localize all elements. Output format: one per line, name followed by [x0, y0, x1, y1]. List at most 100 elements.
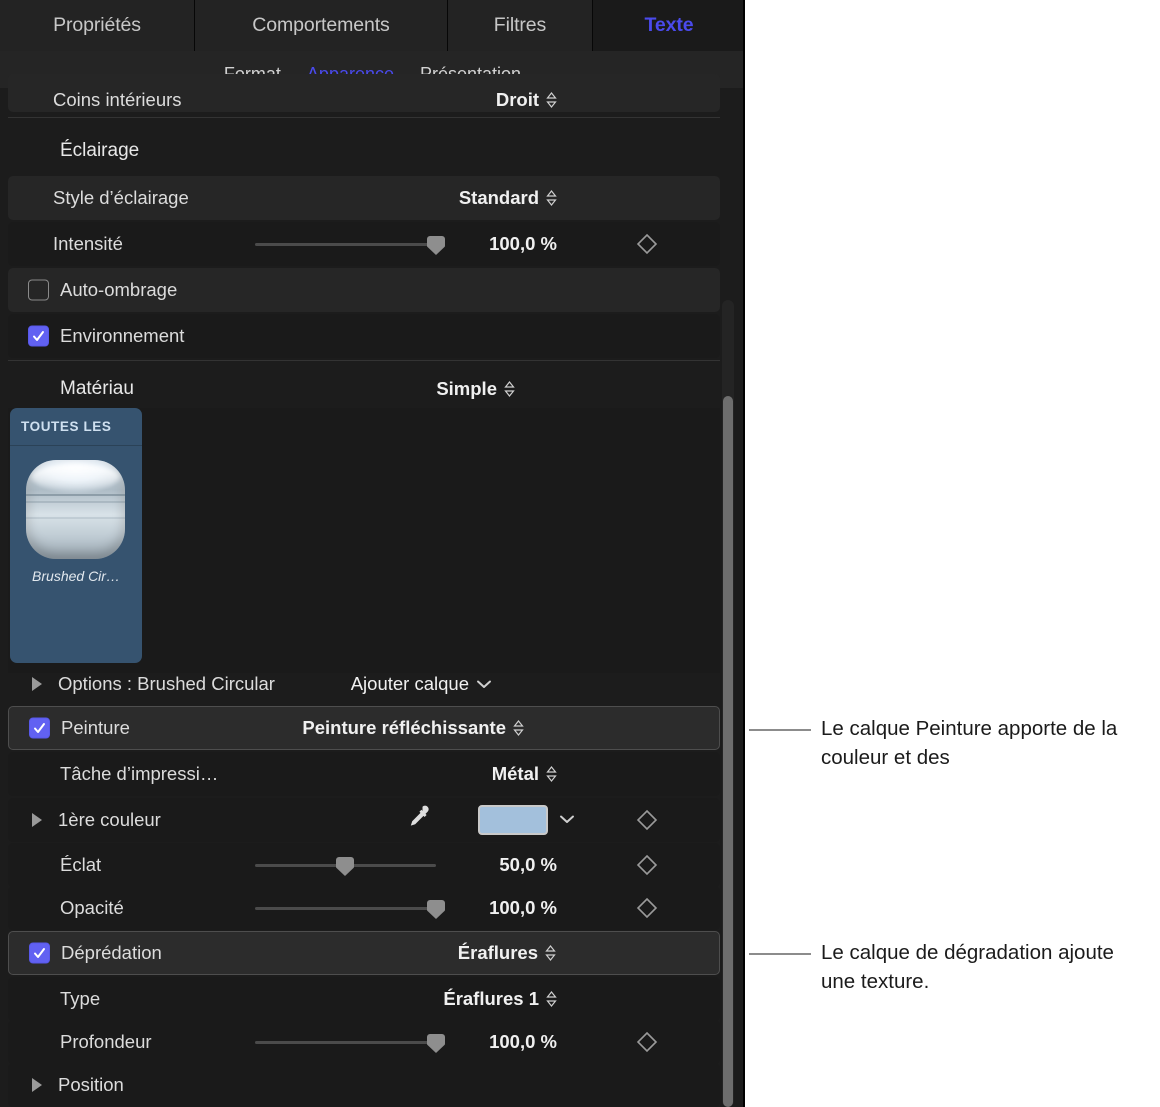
row-position[interactable]: Position [8, 1063, 720, 1107]
auto-ombrage-label: Auto-ombrage [60, 279, 178, 300]
thumbnail-highlight [31, 463, 120, 490]
coins-interieurs-popup[interactable]: Droit [496, 89, 557, 111]
row-opacite[interactable]: Opacité 100,0 % [8, 886, 720, 930]
intensite-label: Intensité [53, 233, 123, 254]
slider-track [255, 1041, 436, 1044]
chevron-down-icon[interactable] [559, 811, 575, 829]
tab-comportements[interactable]: Comportements [195, 0, 448, 51]
row-environnement[interactable]: Environnement [8, 314, 720, 358]
materiau-label: Matériau [60, 378, 134, 399]
position-label: Position [58, 1074, 124, 1095]
stepper-icon [546, 766, 557, 782]
depredation-label: Déprédation [61, 942, 162, 963]
eclat-value[interactable]: 50,0 % [499, 854, 557, 876]
coins-interieurs-label: Coins intérieurs [53, 89, 182, 110]
row-premiere-couleur[interactable]: 1ère couleur [8, 798, 720, 842]
row-coins-interieurs[interactable]: Coins intérieurs Droit [8, 74, 720, 112]
intensite-slider[interactable] [255, 234, 445, 255]
color-swatch[interactable] [478, 805, 548, 835]
type-popup[interactable]: Éraflures 1 [443, 988, 557, 1010]
style-eclairage-popup[interactable]: Standard [459, 187, 557, 209]
profondeur-value[interactable]: 100,0 % [489, 1031, 557, 1053]
material-category-label: TOUTES LES [10, 408, 142, 446]
keyframe-icon[interactable] [636, 1031, 658, 1053]
slider-thumb[interactable] [427, 236, 445, 255]
row-options[interactable]: Options : Brushed Circular Ajouter calqu… [8, 663, 720, 705]
peinture-value: Peinture réfléchissante [302, 717, 506, 738]
tache-impression-value: Métal [491, 763, 539, 784]
stepper-icon [546, 92, 557, 108]
thumbnail-streak [26, 500, 125, 503]
inspector-content: Coins intérieurs Droit Éclairage Style d… [0, 74, 745, 1107]
type-label: Type [60, 988, 101, 1009]
thumbnail-streak [26, 517, 125, 520]
disclosure-triangle-icon[interactable] [32, 1078, 42, 1092]
auto-ombrage-checkbox[interactable] [28, 279, 49, 301]
tache-impression-label: Tâche d’impressi… [60, 763, 219, 784]
chevron-down-icon [476, 679, 492, 689]
slider-thumb[interactable] [427, 1034, 445, 1053]
peinture-label: Peinture [61, 717, 130, 738]
materiau-popup[interactable]: Simple [436, 378, 515, 400]
row-tache-impression[interactable]: Tâche d’impressi… Métal [8, 752, 720, 796]
callout-leader-line [749, 953, 811, 955]
keyframe-icon[interactable] [636, 809, 658, 831]
depredation-checkbox[interactable] [29, 942, 50, 964]
inspector-panel: Propriétés Comportements Filtres Texte F… [0, 0, 745, 1107]
stepper-icon [545, 945, 556, 961]
tab-proprietes[interactable]: Propriétés [0, 0, 195, 51]
slider-track [255, 243, 436, 246]
peinture-popup[interactable]: Peinture réfléchissante [302, 717, 524, 739]
scrollbar-thumb[interactable] [723, 396, 733, 1107]
style-eclairage-value: Standard [458, 187, 539, 208]
premiere-couleur-label: 1ère couleur [58, 809, 161, 830]
tab-texte[interactable]: Texte [593, 0, 745, 51]
material-thumbnail[interactable] [26, 460, 125, 559]
row-peinture[interactable]: Peinture Peinture réfléchissante [8, 706, 720, 750]
row-type[interactable]: Type Éraflures 1 [8, 977, 720, 1021]
options-label: Options : Brushed Circular [58, 673, 275, 694]
row-eclat[interactable]: Éclat 50,0 % [8, 843, 720, 887]
row-auto-ombrage[interactable]: Auto-ombrage [8, 268, 720, 312]
row-style-eclairage[interactable]: Style d’éclairage Standard [8, 176, 720, 220]
thumbnail-streak [26, 493, 125, 496]
keyframe-icon[interactable] [636, 897, 658, 919]
row-depredation[interactable]: Déprédation Éraflures [8, 931, 720, 975]
depredation-popup[interactable]: Éraflures [458, 942, 556, 964]
row-materiau[interactable]: Matériau Simple [8, 368, 720, 410]
section-divider [8, 117, 720, 118]
slider-thumb[interactable] [336, 857, 354, 876]
keyframe-icon[interactable] [636, 233, 658, 255]
row-intensite[interactable]: Intensité 100,0 % [8, 222, 720, 266]
tab-filtres[interactable]: Filtres [448, 0, 593, 51]
depredation-value: Éraflures [457, 942, 538, 963]
style-eclairage-label: Style d’éclairage [53, 187, 189, 208]
opacite-slider[interactable] [255, 898, 445, 919]
slider-thumb[interactable] [427, 900, 445, 919]
callout-leader-line [749, 729, 811, 731]
row-profondeur[interactable]: Profondeur 100,0 % [8, 1020, 720, 1064]
peinture-checkbox[interactable] [29, 717, 50, 739]
profondeur-slider[interactable] [255, 1032, 445, 1053]
callout-peinture: Le calque Peinture apporte de la couleur… [821, 717, 1118, 770]
disclosure-triangle-icon[interactable] [32, 813, 42, 827]
callout-depredation: Le calque de dégradation ajoute une text… [821, 941, 1114, 994]
profondeur-label: Profondeur [60, 1031, 152, 1052]
opacite-value[interactable]: 100,0 % [489, 897, 557, 919]
stepper-icon [546, 190, 557, 206]
material-category-card[interactable]: TOUTES LES Brushed Cir… [10, 408, 142, 663]
eclat-slider[interactable] [255, 855, 436, 876]
material-browser[interactable]: TOUTES LES Brushed Cir… [8, 408, 720, 673]
section-header-eclairage: Éclairage [8, 130, 720, 172]
environnement-checkbox[interactable] [28, 325, 49, 347]
eclairage-header-label: Éclairage [60, 140, 140, 161]
ajouter-calque-menu[interactable]: Ajouter calque [351, 673, 492, 695]
keyframe-icon[interactable] [636, 854, 658, 876]
tache-impression-popup[interactable]: Métal [492, 763, 557, 785]
slider-track [255, 907, 436, 910]
opacite-label: Opacité [60, 897, 124, 918]
disclosure-triangle-icon[interactable] [32, 677, 42, 691]
stepper-icon [513, 720, 524, 736]
intensite-value[interactable]: 100,0 % [489, 233, 557, 255]
eyedropper-icon[interactable] [403, 803, 433, 838]
